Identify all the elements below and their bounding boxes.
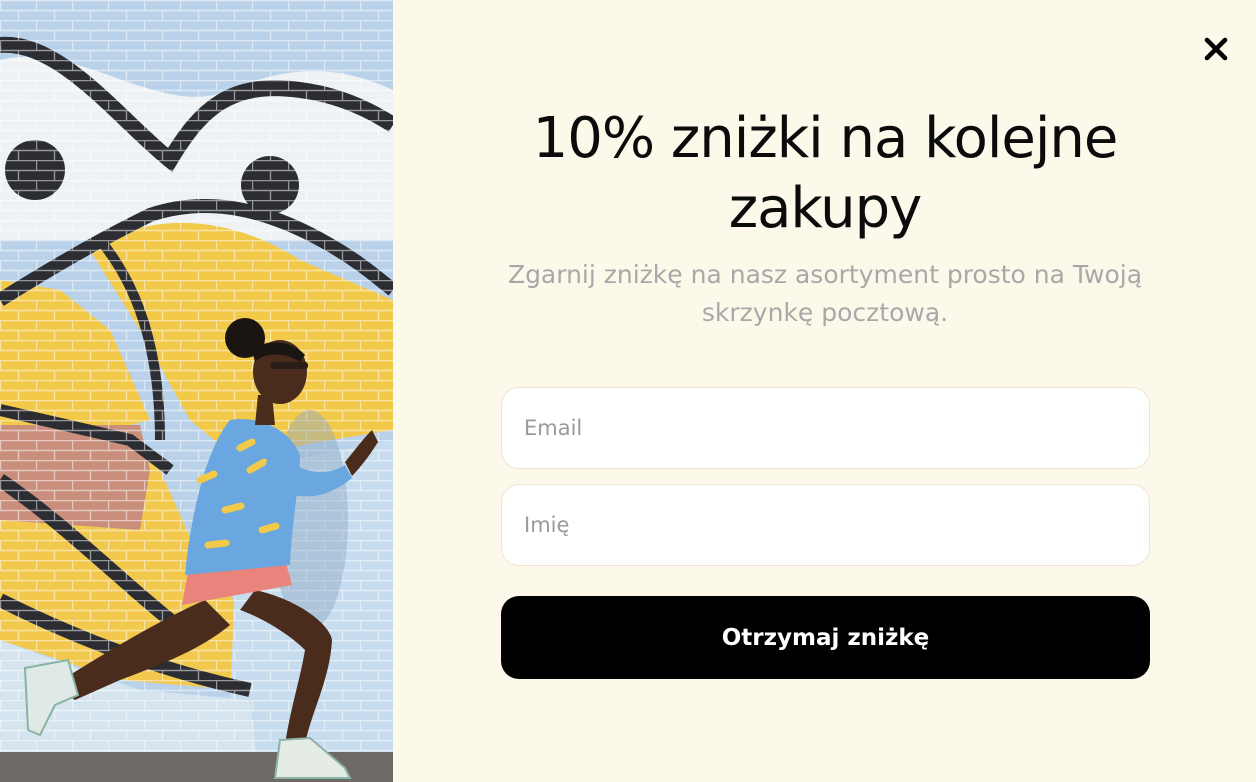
- close-icon: [1204, 37, 1228, 61]
- popup-headline: 10% zniżki na kolejne zakupy: [532, 106, 1119, 241]
- mural-runner-photo: [0, 0, 393, 782]
- email-field[interactable]: [501, 387, 1150, 469]
- name-field[interactable]: [501, 484, 1150, 566]
- discount-popup: 10% zniżki na kolejne zakupy Zgarnij zni…: [0, 0, 1256, 782]
- signup-form-panel: 10% zniżki na kolejne zakupy Zgarnij zni…: [393, 0, 1256, 782]
- close-button[interactable]: [1201, 34, 1231, 64]
- get-discount-button[interactable]: Otrzymaj zniżkę: [501, 596, 1150, 679]
- hero-photo: [0, 0, 393, 782]
- popup-subtitle: Zgarnij zniżkę na nasz asortyment prosto…: [507, 260, 1143, 327]
